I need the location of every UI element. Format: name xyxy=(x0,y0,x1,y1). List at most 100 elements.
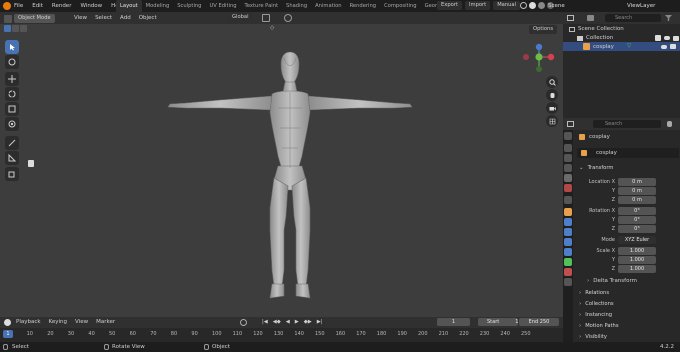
scale-tool-icon[interactable] xyxy=(5,102,19,116)
world-tab-icon[interactable] xyxy=(564,184,572,192)
properties-search-input[interactable]: Search xyxy=(593,120,661,128)
next-keyframe-icon[interactable]: ◆▶ xyxy=(301,318,314,327)
solid-shading-icon[interactable] xyxy=(529,2,536,9)
export-button[interactable]: Export xyxy=(437,1,462,10)
material-tab-icon[interactable] xyxy=(564,268,572,276)
select-box-icon[interactable] xyxy=(4,25,11,32)
rotate-tool-icon[interactable] xyxy=(5,87,19,101)
viewport-menu-view[interactable]: View xyxy=(74,15,87,21)
collapse-header-icon[interactable]: ◇ xyxy=(270,25,274,31)
object-name-field[interactable] xyxy=(577,148,679,158)
end-frame-field[interactable]: End 250 xyxy=(519,318,559,326)
annotate-tool-icon[interactable] xyxy=(5,136,19,150)
scale-z-field[interactable]: 1.000 xyxy=(618,265,656,273)
import-button[interactable]: Import xyxy=(464,1,491,10)
viewport-menu-object[interactable]: Object xyxy=(139,15,157,21)
timeline-menu-keying[interactable]: Keying xyxy=(49,319,67,325)
cursor-tool-icon[interactable] xyxy=(5,55,19,69)
constraints-tab-icon[interactable] xyxy=(564,248,572,256)
collection-label[interactable]: Collection xyxy=(586,35,613,41)
properties-editor-icon[interactable] xyxy=(567,121,574,127)
tool-tab-icon[interactable] xyxy=(564,132,572,140)
object-visibility-icon[interactable] xyxy=(661,44,667,49)
section-visibility[interactable]: › Visibility xyxy=(579,334,607,340)
pan-view-icon[interactable] xyxy=(546,89,558,101)
output-tab-icon[interactable] xyxy=(564,154,572,162)
snap-icon[interactable] xyxy=(262,14,270,22)
location-y-field[interactable]: 0 m xyxy=(618,187,656,195)
measure-tool-icon[interactable] xyxy=(5,151,19,165)
section-collections[interactable]: › Collections xyxy=(579,301,614,307)
physics-tab-icon[interactable] xyxy=(564,238,572,246)
move-tool-icon[interactable] xyxy=(5,72,19,86)
outliner-editor-icon[interactable] xyxy=(567,15,574,21)
add-cube-tool-icon[interactable] xyxy=(5,167,19,181)
tab-modeling[interactable]: Modeling xyxy=(142,0,174,12)
transform-orientation[interactable]: Global xyxy=(228,13,253,22)
section-relations[interactable]: › Relations xyxy=(579,290,609,296)
toolbar-expand-icon[interactable] xyxy=(28,160,34,167)
timeline-menu-playback[interactable]: Playback xyxy=(16,319,41,325)
rotation-z-field[interactable]: 0° xyxy=(618,225,656,233)
tab-rendering[interactable]: Rendering xyxy=(346,0,381,12)
jump-start-icon[interactable]: |◀ xyxy=(260,318,270,327)
timeline-menu-marker[interactable]: Marker xyxy=(96,319,115,325)
collection-tab-icon[interactable] xyxy=(564,196,572,204)
record-icon[interactable] xyxy=(240,319,247,326)
select-tool-icon[interactable] xyxy=(5,40,19,54)
outliner-display-icon[interactable] xyxy=(587,15,594,21)
viewport-menu-select[interactable]: Select xyxy=(95,15,112,21)
mannequin-model[interactable] xyxy=(160,48,420,304)
delta-transform-header[interactable]: › Delta Transform xyxy=(587,278,637,284)
perspective-toggle-icon[interactable] xyxy=(546,115,558,127)
object-tab-icon[interactable] xyxy=(564,208,572,216)
blender-logo-icon[interactable] xyxy=(3,2,11,10)
proportional-edit-icon[interactable] xyxy=(284,14,292,22)
collection-checkbox[interactable] xyxy=(655,35,661,41)
menu-render[interactable]: Render xyxy=(52,3,72,9)
options-dropdown[interactable]: Options xyxy=(529,25,558,34)
transform-section-header[interactable]: ⌄ Transform xyxy=(579,165,613,171)
timeline-editor-icon[interactable] xyxy=(4,319,11,326)
timeline-ruler[interactable]: 0102030405060708090100110120130140150160… xyxy=(0,330,563,338)
modifier-icon[interactable]: ▽ xyxy=(627,43,631,49)
object-render-icon[interactable] xyxy=(670,44,676,49)
zoom-view-icon[interactable] xyxy=(546,76,558,88)
tab-texture-paint[interactable]: Texture Paint xyxy=(241,0,282,12)
menu-window[interactable]: Window xyxy=(80,3,102,9)
texture-tab-icon[interactable] xyxy=(564,278,572,286)
particles-tab-icon[interactable] xyxy=(564,228,572,236)
menu-file[interactable]: File xyxy=(14,3,23,9)
render-tab-icon[interactable] xyxy=(564,144,572,152)
tab-sculpting[interactable]: Sculpting xyxy=(173,0,205,12)
tab-compositing[interactable]: Compositing xyxy=(380,0,421,12)
location-x-field[interactable]: 0 m xyxy=(618,178,656,186)
wireframe-shading-icon[interactable] xyxy=(520,2,527,9)
start-frame-field[interactable]: Start 1 xyxy=(478,318,518,326)
location-z-field[interactable]: 0 m xyxy=(618,196,656,204)
viewport-menu-add[interactable]: Add xyxy=(120,15,131,21)
tab-uv-editing[interactable]: UV Editing xyxy=(205,0,240,12)
camera-view-icon[interactable] xyxy=(546,102,558,114)
section-motion-paths[interactable]: › Motion Paths xyxy=(579,323,619,329)
jump-end-icon[interactable]: ▶| xyxy=(314,318,325,327)
scene-selector[interactable]: Scene xyxy=(548,3,565,9)
section-instancing[interactable]: › Instancing xyxy=(579,312,612,318)
tab-layout[interactable]: Layout xyxy=(116,0,142,12)
scale-y-field[interactable]: 1.000 xyxy=(618,256,656,264)
collection-visibility-icon[interactable] xyxy=(664,36,670,40)
frame-cursor[interactable]: 1 xyxy=(3,330,13,338)
scale-x-field[interactable]: 1.000 xyxy=(618,247,656,255)
scene-tab-icon[interactable] xyxy=(564,174,572,182)
play-icon[interactable]: ▶ xyxy=(292,318,301,327)
current-frame-field[interactable]: 1 xyxy=(437,318,470,326)
menu-edit[interactable]: Edit xyxy=(32,3,43,9)
rotation-x-field[interactable]: 0° xyxy=(618,207,656,215)
modifiers-tab-icon[interactable] xyxy=(564,218,572,226)
data-tab-icon[interactable] xyxy=(564,258,572,266)
rotation-y-field[interactable]: 0° xyxy=(618,216,656,224)
play-reverse-icon[interactable]: ◀ xyxy=(283,318,292,327)
select-subtract-icon[interactable] xyxy=(20,25,27,32)
mode-selector[interactable]: Object Mode xyxy=(14,14,55,23)
select-extend-icon[interactable] xyxy=(12,25,19,32)
